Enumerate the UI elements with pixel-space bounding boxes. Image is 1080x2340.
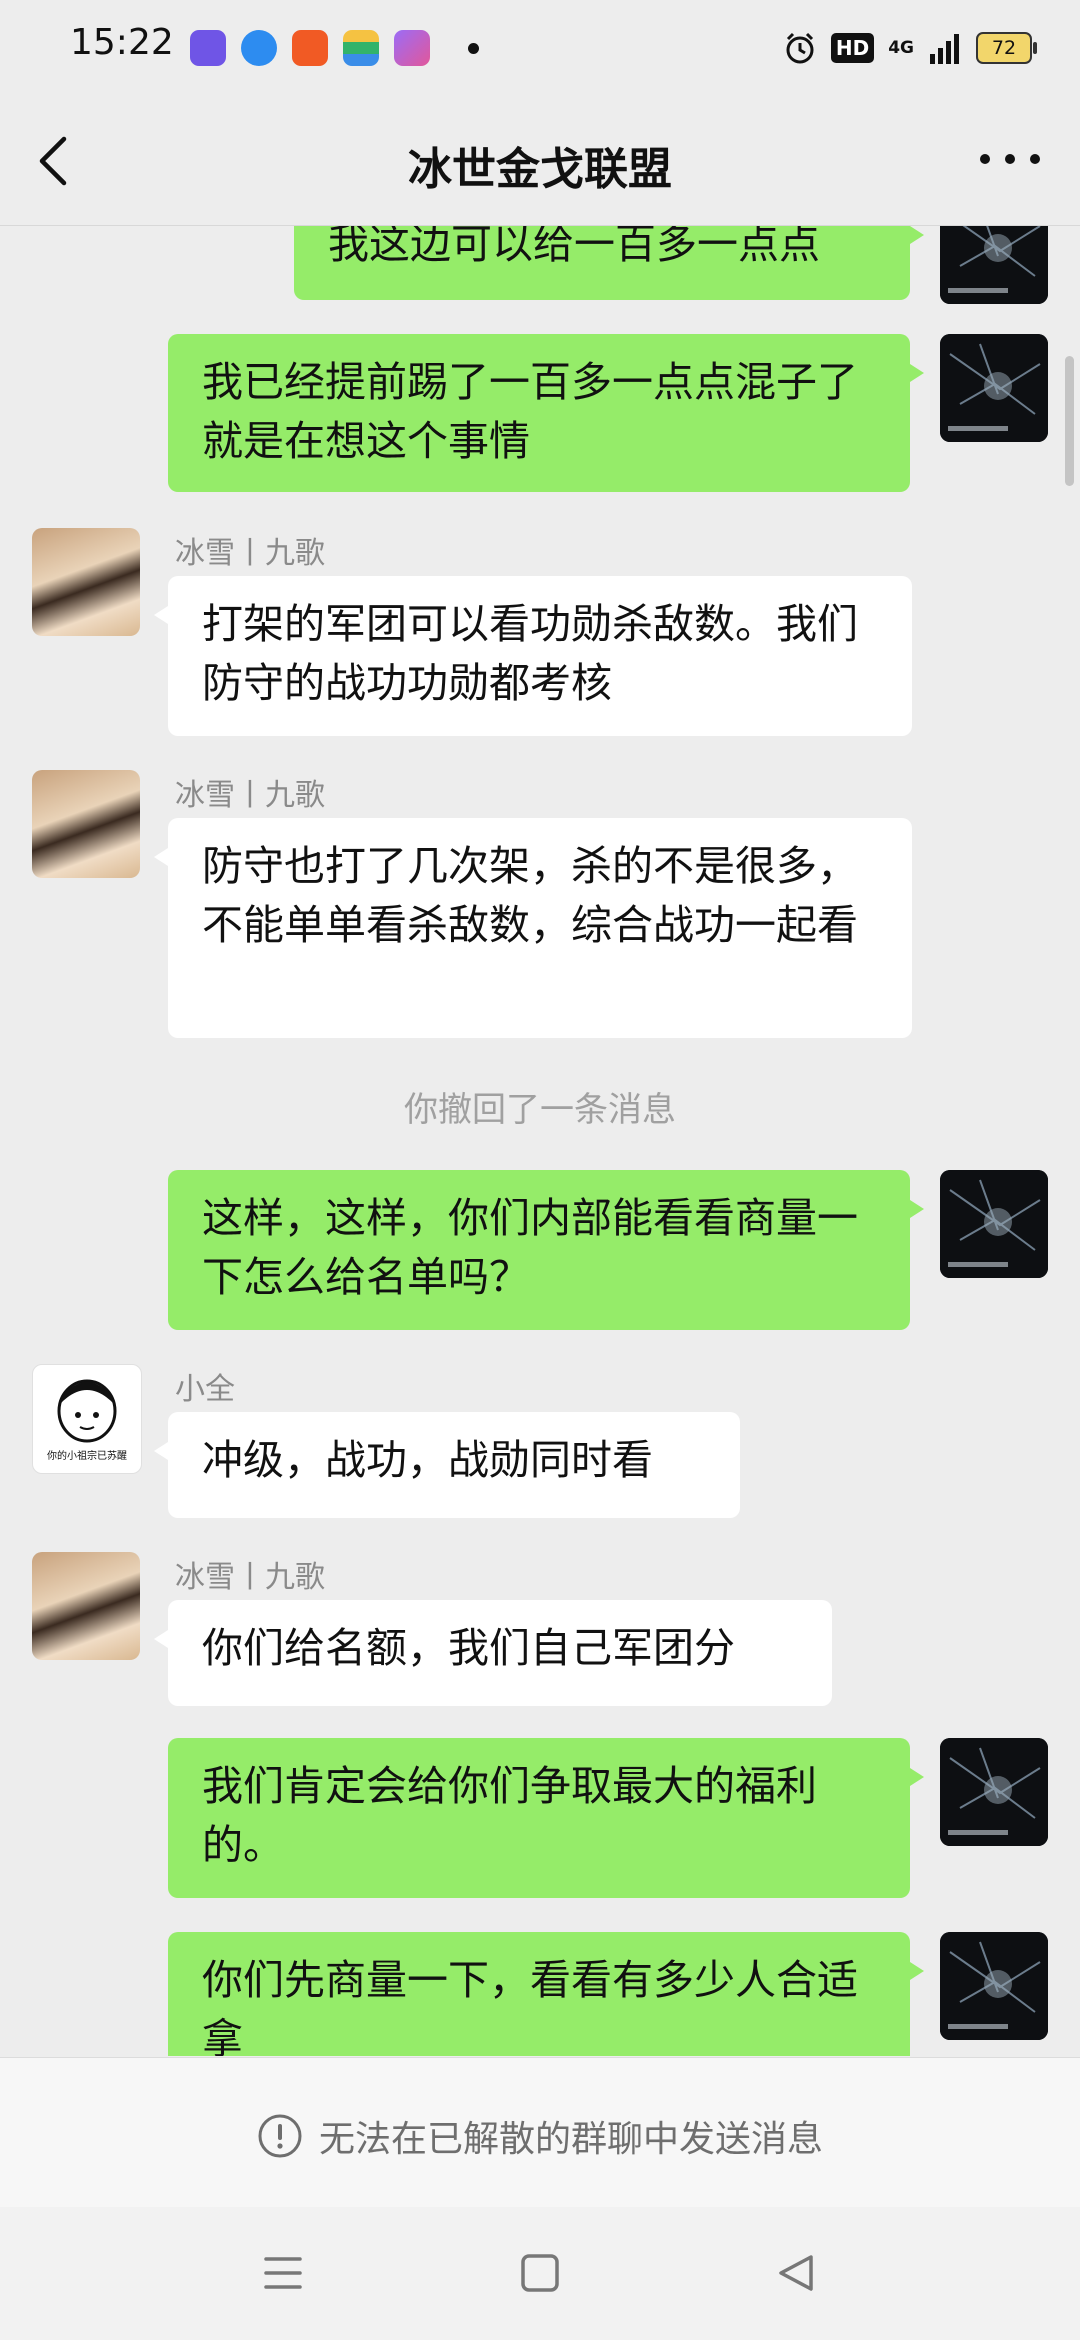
chat-header: 冰世金戈联盟 [0, 95, 1080, 226]
signal-icon [930, 34, 959, 64]
doodle-face-avatar-image: 你的小祖宗已苏醒 [47, 1379, 127, 1462]
self-avatar[interactable] [940, 334, 1048, 442]
member-avatar[interactable] [32, 1552, 140, 1660]
disbanded-group-notice: 无法在已解散的群聊中发送消息 [0, 2057, 1080, 2208]
self-avatar[interactable] [940, 1170, 1048, 1278]
battery-indicator: 72 [976, 32, 1037, 64]
message-bubble-incoming[interactable]: 防守也打了几次架，杀的不是很多，不能单单看杀敌数，综合战功一起看 [154, 818, 912, 1038]
hd-badge: HD [830, 33, 875, 63]
doodle-caption: 你的小祖宗已苏醒 [47, 1449, 127, 1462]
back-triangle-icon[interactable] [776, 2253, 816, 2293]
self-avatar-image [940, 1170, 1048, 1278]
self-avatar-image [940, 226, 1048, 304]
notification-app-icon-4 [343, 30, 379, 66]
message-bubble-incoming[interactable]: 冲级，战功，战勋同时看 [154, 1412, 740, 1518]
more-options-icon[interactable] [980, 147, 1040, 171]
sender-name: 小全 [175, 1372, 235, 1407]
member-avatar[interactable]: 你的小祖宗已苏醒 [32, 1364, 142, 1474]
sender-name: 冰雪丨九歌 [175, 1560, 325, 1595]
more-dot-icon [980, 154, 990, 164]
member-avatar[interactable] [32, 770, 140, 878]
network-label: 4G [888, 38, 914, 58]
message-bubble-outgoing[interactable]: 我这边可以给一百多一点点 [294, 226, 924, 300]
message-bubble-outgoing[interactable]: 我们肯定会给你们争取最大的福利的。 [168, 1738, 924, 1898]
more-notifications-dot-icon [468, 43, 479, 54]
notice-text: 无法在已解散的群聊中发送消息 [318, 2119, 823, 2160]
message-bubble-incoming[interactable]: 你们给名额，我们自己军团分 [154, 1600, 832, 1706]
scrollbar[interactable] [1065, 356, 1074, 486]
self-avatar[interactable] [940, 1932, 1048, 2040]
self-avatar-image [940, 1738, 1048, 1846]
network-type: 4G [888, 38, 914, 58]
more-dot-icon [1005, 154, 1015, 164]
notification-app-icon-1 [190, 30, 226, 66]
status-time: 15:22 [70, 22, 174, 63]
more-dot-icon [1030, 154, 1040, 164]
self-avatar[interactable] [940, 1738, 1048, 1846]
self-avatar-image [940, 334, 1048, 442]
message-bubble-outgoing[interactable]: 你们先商量一下，看看有多少人合适拿 [168, 1932, 924, 2056]
home-square-icon[interactable] [520, 2253, 560, 2293]
message-list[interactable]: 我这边可以给一百多一点点 我已经提前踢了一百多一点点混子了就是在想这个事情 冰雪… [0, 226, 1080, 2056]
chat-title: 冰世金戈联盟 [408, 144, 672, 195]
member-avatar[interactable] [32, 528, 140, 636]
exclamation-circle-icon [258, 2114, 302, 2158]
recall-notice: 你撤回了一条消息 [404, 1090, 676, 1130]
message-bubble-incoming[interactable]: 打架的军团可以看功勋杀敌数。我们防守的战功功勋都考核 [154, 576, 912, 736]
notification-app-icon-2 [241, 30, 277, 66]
notification-app-icon-3 [292, 30, 328, 66]
self-avatar-image [940, 1932, 1048, 2040]
notice-content: 无法在已解散的群聊中发送消息 [0, 2110, 1080, 2162]
message-bubble-outgoing[interactable]: 这样，这样，你们内部能看看商量一下怎么给名单吗？ [168, 1170, 924, 1330]
status-bar: 15:22 HD 4G 72 [0, 0, 1080, 95]
self-avatar[interactable] [940, 226, 1048, 304]
alarm-icon [786, 32, 814, 64]
message-bubble-outgoing[interactable]: 我已经提前踢了一百多一点点混子了就是在想这个事情 [168, 334, 924, 492]
status-right: HD 4G 72 [783, 28, 1037, 68]
menu-icon[interactable] [262, 2253, 304, 2293]
notification-app-icon-5 [394, 30, 430, 66]
sender-name: 冰雪丨九歌 [175, 778, 325, 813]
system-navigation-bar [0, 2207, 1080, 2340]
sender-name: 冰雪丨九歌 [175, 536, 325, 571]
